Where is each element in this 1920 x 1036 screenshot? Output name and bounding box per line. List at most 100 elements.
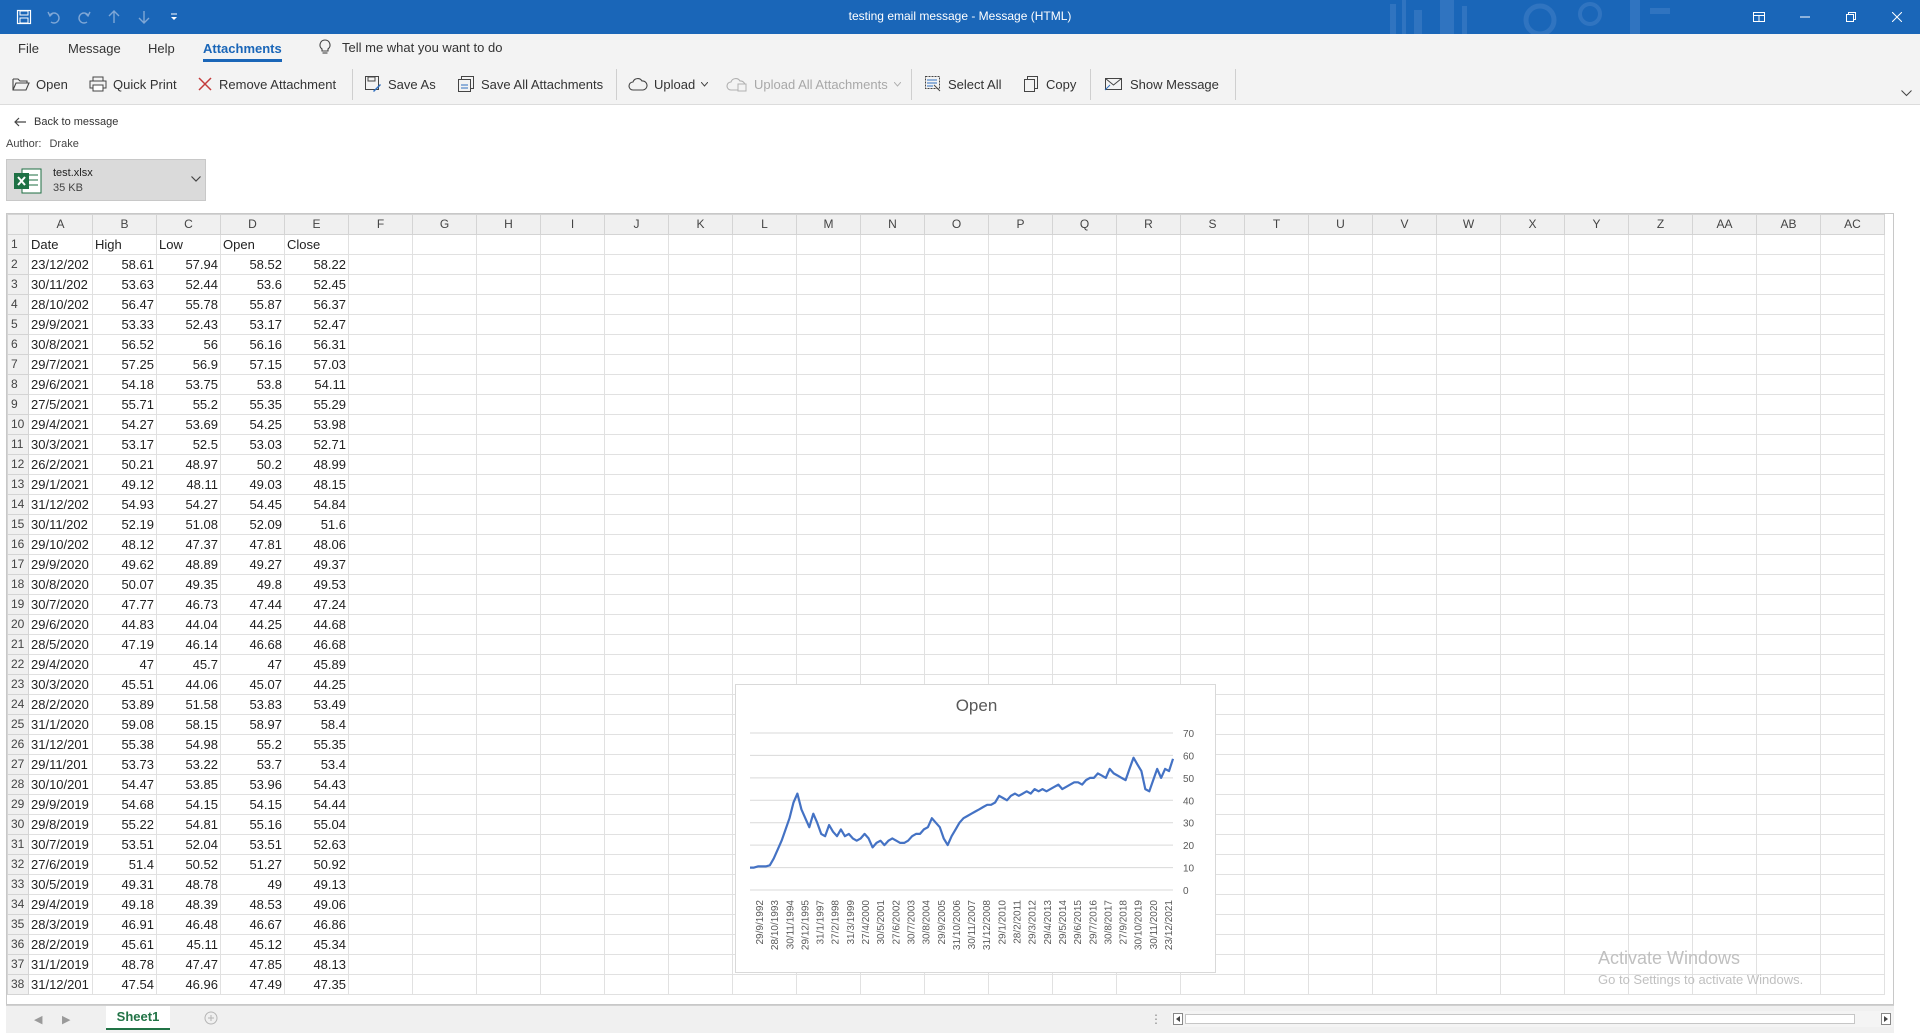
cell[interactable] (1308, 874, 1373, 895)
cell[interactable] (796, 594, 861, 615)
cell[interactable] (1564, 834, 1629, 855)
cell[interactable] (1756, 774, 1821, 795)
cell[interactable] (732, 614, 797, 635)
cell[interactable]: 47.37 (156, 534, 221, 555)
cell[interactable] (412, 914, 477, 935)
cell[interactable] (1628, 654, 1693, 675)
cell[interactable] (1500, 894, 1565, 915)
cell[interactable] (1692, 534, 1757, 555)
cell[interactable] (348, 434, 413, 455)
cell[interactable] (924, 254, 989, 275)
cell[interactable] (732, 394, 797, 415)
cell[interactable] (412, 834, 477, 855)
cell[interactable]: 30/8/2020 (28, 574, 93, 595)
cell[interactable]: 48.78 (156, 874, 221, 895)
cell[interactable] (924, 634, 989, 655)
cell[interactable] (668, 514, 733, 535)
cell[interactable] (1820, 334, 1885, 355)
cell[interactable] (924, 394, 989, 415)
cell[interactable]: Open (220, 234, 285, 255)
cell[interactable] (412, 654, 477, 675)
cell[interactable]: 46.73 (156, 594, 221, 615)
cell[interactable] (1308, 574, 1373, 595)
cell[interactable]: 52.45 (284, 274, 349, 295)
cell[interactable] (796, 434, 861, 455)
cell[interactable]: 51.27 (220, 854, 285, 875)
cell[interactable] (1180, 394, 1245, 415)
cell[interactable] (860, 974, 925, 995)
cell[interactable] (1436, 494, 1501, 515)
cell[interactable] (604, 534, 669, 555)
cell[interactable] (924, 354, 989, 375)
cell[interactable] (412, 554, 477, 575)
splitter-handle-icon[interactable]: ⋮ (1150, 1012, 1162, 1026)
cell[interactable] (1692, 354, 1757, 375)
cell[interactable] (1756, 654, 1821, 675)
cell[interactable] (540, 314, 605, 335)
cell[interactable] (988, 374, 1053, 395)
cell[interactable] (1244, 774, 1309, 795)
cell[interactable] (348, 334, 413, 355)
cell[interactable]: 44.25 (220, 614, 285, 635)
horizontal-scroll-thumb[interactable] (1185, 1014, 1855, 1024)
cell[interactable] (1820, 454, 1885, 475)
cell[interactable] (732, 534, 797, 555)
cell[interactable] (412, 634, 477, 655)
cell[interactable]: 49.37 (284, 554, 349, 575)
row-header[interactable]: 28 (7, 774, 29, 795)
cell[interactable] (1436, 834, 1501, 855)
cell[interactable] (604, 554, 669, 575)
cell[interactable]: 45.7 (156, 654, 221, 675)
cell[interactable]: 54.43 (284, 774, 349, 795)
cell[interactable] (668, 594, 733, 615)
cell[interactable]: 51.6 (284, 514, 349, 535)
cell[interactable] (1628, 634, 1693, 655)
cell[interactable] (924, 614, 989, 635)
row-header[interactable]: 4 (7, 294, 29, 315)
cell[interactable] (1180, 294, 1245, 315)
cell[interactable] (1500, 394, 1565, 415)
cell[interactable]: 58.52 (220, 254, 285, 275)
cell[interactable] (1308, 914, 1373, 935)
cell[interactable] (668, 674, 733, 695)
tab-file[interactable]: File (18, 41, 39, 56)
cell[interactable] (1436, 374, 1501, 395)
row-header[interactable]: 2 (7, 254, 29, 275)
cell[interactable] (1244, 714, 1309, 735)
cell[interactable] (1564, 354, 1629, 375)
cell[interactable] (1372, 554, 1437, 575)
cell[interactable] (604, 434, 669, 455)
cell[interactable] (604, 774, 669, 795)
cell[interactable] (1372, 954, 1437, 975)
cell[interactable] (476, 294, 541, 315)
cell[interactable]: 53.73 (92, 754, 157, 775)
cell[interactable] (732, 294, 797, 315)
cell[interactable]: 45.51 (92, 674, 157, 695)
row-header[interactable]: 26 (7, 734, 29, 755)
cell[interactable] (540, 654, 605, 675)
cell[interactable] (1372, 434, 1437, 455)
cell[interactable] (1500, 294, 1565, 315)
cell[interactable] (1564, 894, 1629, 915)
cell[interactable] (860, 374, 925, 395)
cell[interactable] (1500, 794, 1565, 815)
cell[interactable] (1116, 634, 1181, 655)
cell[interactable] (732, 254, 797, 275)
cell[interactable] (1436, 434, 1501, 455)
cell[interactable]: 57.94 (156, 254, 221, 275)
cell[interactable] (1692, 854, 1757, 875)
row-header[interactable]: 15 (7, 514, 29, 535)
cell[interactable] (924, 494, 989, 515)
cell[interactable] (1372, 754, 1437, 775)
cell[interactable] (796, 314, 861, 335)
cell[interactable] (1244, 754, 1309, 775)
cell[interactable]: 53.51 (92, 834, 157, 855)
cell[interactable] (1628, 734, 1693, 755)
row-header[interactable]: 22 (7, 654, 29, 675)
cell[interactable] (1052, 394, 1117, 415)
cell[interactable] (1308, 614, 1373, 635)
row-header[interactable]: 8 (7, 374, 29, 395)
cell[interactable] (1692, 774, 1757, 795)
cell[interactable] (476, 414, 541, 435)
cell[interactable] (1756, 474, 1821, 495)
